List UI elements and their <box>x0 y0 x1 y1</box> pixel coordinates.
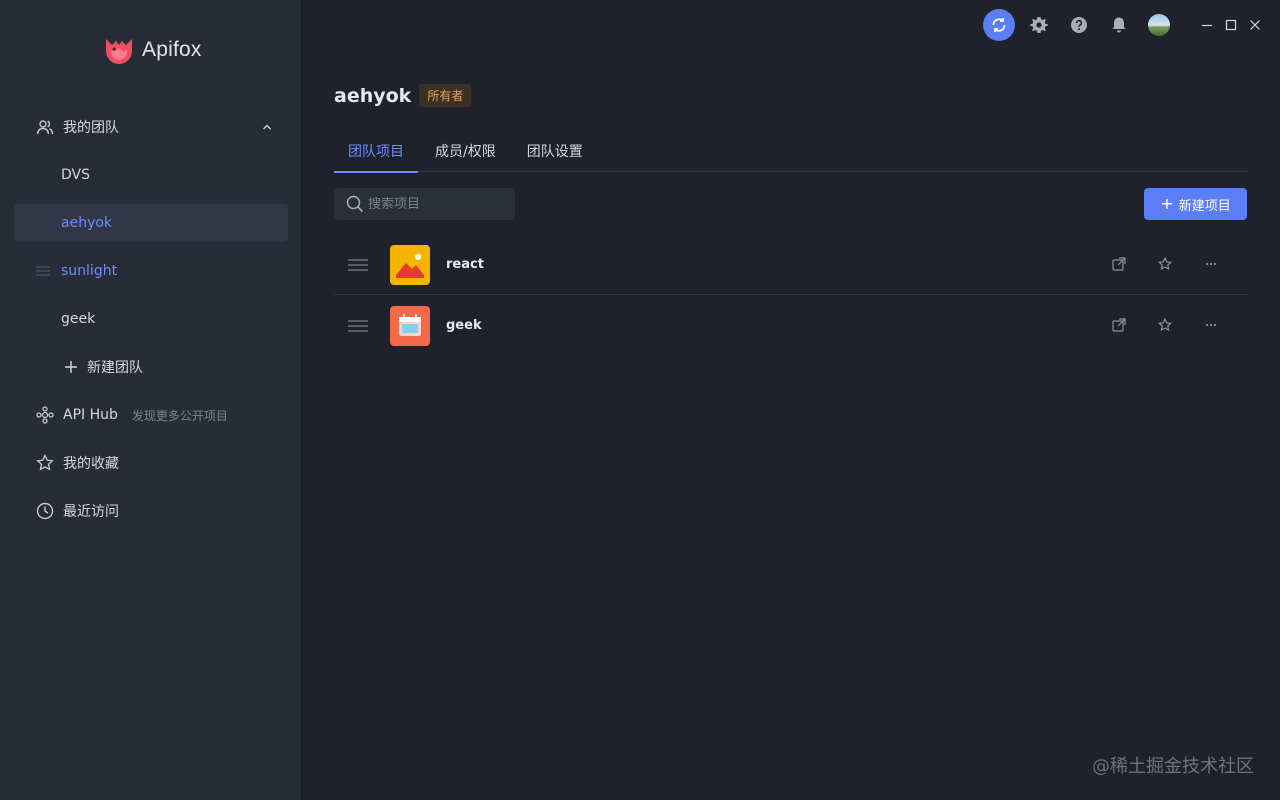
app-logo: Apifox <box>102 33 202 67</box>
tab-members-permissions[interactable]: 成员/权限 <box>421 130 510 172</box>
sync-button[interactable] <box>982 8 1016 42</box>
tab-team-projects[interactable]: 团队项目 <box>334 130 418 173</box>
role-badge: 所有者 <box>419 84 472 107</box>
favorite-button[interactable] <box>1155 315 1175 335</box>
sidebar-team-label: DVS <box>61 167 90 183</box>
project-actions <box>1083 254 1221 274</box>
help-button[interactable] <box>1062 8 1096 42</box>
new-project-label: 新建项目 <box>1178 198 1231 214</box>
notifications-button[interactable] <box>1102 8 1136 42</box>
top-toolbar <box>976 8 1280 42</box>
sidebar-my-team[interactable]: 我的团队 <box>14 108 288 146</box>
gear-icon <box>1030 17 1048 33</box>
external-link-icon <box>1112 318 1126 332</box>
sidebar-favorites[interactable]: 我的收藏 <box>14 444 288 482</box>
favorite-button[interactable] <box>1155 254 1175 274</box>
star-icon <box>36 454 54 472</box>
project-search <box>334 188 515 220</box>
sidebar-api-hub[interactable]: API Hub 发现更多公开项目 <box>14 396 288 434</box>
drag-handle-icon[interactable] <box>348 319 368 333</box>
new-team-button[interactable]: 新建团队 <box>14 348 288 386</box>
star-icon <box>1158 257 1172 271</box>
users-icon <box>36 118 54 136</box>
external-link-icon <box>1112 257 1126 271</box>
project-name[interactable]: geek <box>446 318 482 333</box>
help-icon <box>1071 17 1087 33</box>
api-hub-icon <box>36 406 54 424</box>
search-input[interactable] <box>368 196 508 212</box>
project-list: react geek <box>334 234 1249 356</box>
calendar-icon <box>390 306 430 346</box>
sidebar-team-geek[interactable]: geek <box>14 300 288 338</box>
api-hub-label: API Hub <box>63 407 118 423</box>
minimize-icon <box>1202 24 1212 27</box>
sidebar-recent[interactable]: 最近访问 <box>14 492 288 530</box>
team-header: aehyok 所有者 <box>334 84 472 107</box>
project-actions <box>1083 315 1221 335</box>
sidebar-team-aehyok[interactable]: aehyok <box>14 204 288 242</box>
search-icon <box>346 195 364 213</box>
main-content: aehyok 所有者 团队项目 成员/权限 团队设置 + 新建项目 <box>302 0 1280 800</box>
sidebar-team-sunlight[interactable]: sunlight <box>14 252 288 290</box>
new-team-label: 新建团队 <box>87 360 143 376</box>
app-name: Apifox <box>142 38 202 61</box>
mountain-sunset-icon <box>390 245 430 285</box>
app-window: Apifox 我的团队 DVS aehyok sunlight geek 新建团… <box>0 0 1280 800</box>
bell-icon <box>1112 17 1126 33</box>
more-button[interactable] <box>1201 315 1221 335</box>
star-icon <box>1158 318 1172 332</box>
sidebar: Apifox 我的团队 DVS aehyok sunlight geek 新建团… <box>0 0 302 800</box>
project-row-react[interactable]: react <box>334 234 1249 295</box>
sidebar-my-team-label: 我的团队 <box>63 120 119 136</box>
api-hub-subtitle: 发现更多公开项目 <box>131 408 228 423</box>
user-avatar-button[interactable] <box>1142 8 1176 42</box>
close-icon <box>1250 20 1260 30</box>
tab-team-settings[interactable]: 团队设置 <box>513 130 597 172</box>
minimize-button[interactable] <box>1196 14 1218 36</box>
plus-icon: + <box>1160 194 1174 213</box>
sidebar-team-label: sunlight <box>61 263 118 279</box>
drag-handle-icon[interactable] <box>36 265 50 277</box>
project-row-geek[interactable]: geek <box>334 295 1249 356</box>
recent-label: 最近访问 <box>63 504 119 520</box>
more-icon <box>1205 323 1217 327</box>
open-external-button[interactable] <box>1109 315 1129 335</box>
sync-icon <box>983 9 1015 41</box>
sidebar-team-dvs[interactable]: DVS <box>14 156 288 194</box>
team-tabs: 团队项目 成员/权限 团队设置 <box>334 130 1249 173</box>
chevron-up-icon[interactable] <box>260 120 274 134</box>
open-external-button[interactable] <box>1109 254 1129 274</box>
window-controls <box>1194 14 1266 36</box>
settings-button[interactable] <box>1022 8 1056 42</box>
sidebar-team-label: geek <box>61 311 96 327</box>
plus-icon <box>62 358 80 376</box>
sidebar-team-label: aehyok <box>61 215 113 231</box>
team-name: aehyok <box>334 84 412 107</box>
avatar <box>1148 14 1170 36</box>
project-name[interactable]: react <box>446 257 484 272</box>
maximize-button[interactable] <box>1220 14 1242 36</box>
favorites-label: 我的收藏 <box>63 456 119 472</box>
more-button[interactable] <box>1201 254 1221 274</box>
more-icon <box>1205 262 1217 266</box>
apifox-logo-icon <box>106 39 132 64</box>
watermark: @稀土掘金技术社区 <box>1092 756 1254 777</box>
maximize-icon <box>1225 19 1237 31</box>
clock-icon <box>36 502 54 520</box>
drag-handle-icon[interactable] <box>348 258 368 272</box>
close-button[interactable] <box>1244 14 1266 36</box>
new-project-button[interactable]: + 新建项目 <box>1144 188 1247 220</box>
